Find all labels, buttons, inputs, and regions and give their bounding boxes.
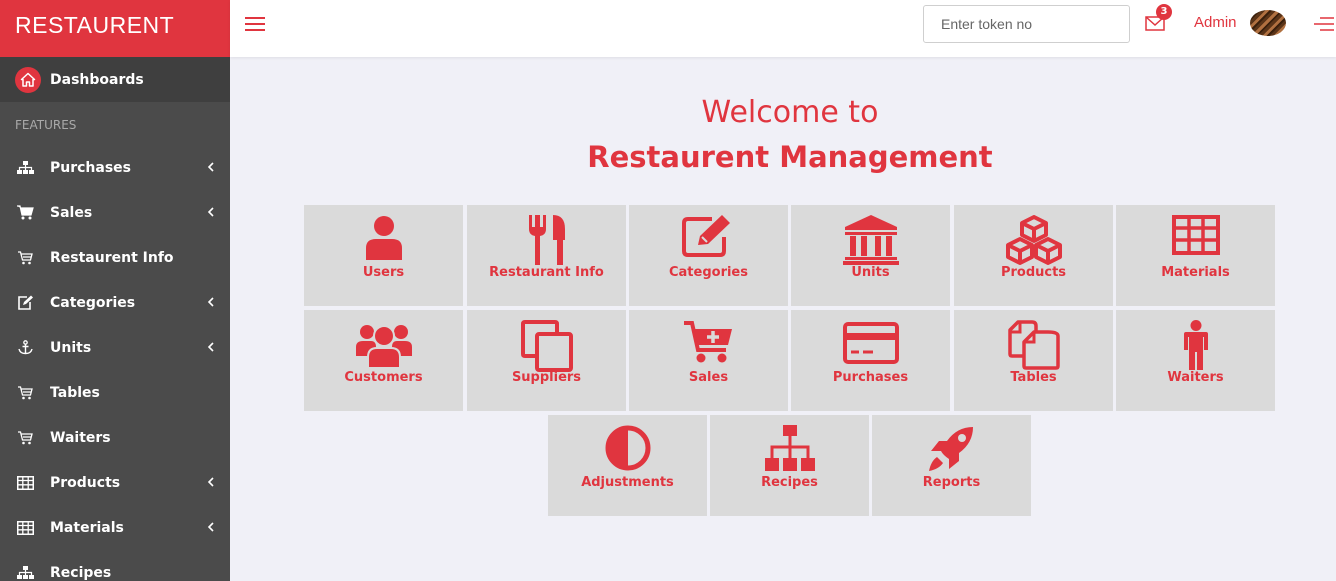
sidebar-item-label: Products [50,474,121,491]
sidebar-item-purchases[interactable]: Purchases [0,145,230,190]
brand-logo[interactable]: RESTAURENT [0,0,230,57]
sidebar-item-label: Waiters [50,429,111,446]
right-menu-icon[interactable] [1314,16,1334,32]
table-icon [1171,215,1220,255]
welcome-text: Welcome to [701,95,879,130]
tile-recipes[interactable]: Recipes [710,415,869,516]
chevron-left-icon [207,162,214,172]
tile-products[interactable]: Products [954,205,1113,306]
sidebar-item-label: Recipes [50,564,112,581]
sidebar-item-label: Sales [50,204,93,221]
tile-label: Units [851,265,890,280]
cart-plus-icon [683,321,732,363]
sidebar-item-restaurent-info[interactable]: Restaurent Info [0,235,230,280]
tile-label: Sales [688,370,729,385]
page-title: Restaurent Management [587,140,993,174]
tile-categories[interactable]: Categories [629,205,788,306]
chevron-left-icon [207,522,214,532]
sidebar-section-label: FEATURES [15,118,77,132]
token-input[interactable] [923,5,1130,43]
tile-label: Users [362,265,405,280]
sidebar-item-label: Categories [50,294,136,311]
sidebar-item-dashboards[interactable]: Dashboards [0,57,230,102]
sidebar-item-label: Units [50,339,92,356]
user-name[interactable]: Admin [1194,14,1237,31]
sidebar-item-label: Dashboards [50,71,144,88]
sidebar-item-products[interactable]: Products [0,460,230,505]
sidebar-item-tables[interactable]: Tables [0,370,230,415]
notification-badge: 3 [1156,4,1172,20]
tile-label: Suppliers [511,370,582,385]
sidebar-item-label: Materials [50,519,124,536]
sidebar-item-waiters[interactable]: Waiters [0,415,230,460]
cart-outline-icon [16,385,34,401]
tile-restaurant-info[interactable]: Restaurant Info [467,205,626,306]
tile-purchases[interactable]: Purchases [791,310,950,411]
tile-label: Waiters [1167,370,1224,385]
top-bar: 3 Admin [230,0,1336,57]
home-icon [15,66,41,93]
tile-waiters[interactable]: Waiters [1116,310,1275,411]
cubes-icon [1005,215,1062,265]
table-icon [16,475,34,491]
chevron-left-icon [207,477,214,487]
rocket-icon [928,427,973,471]
edit-icon [16,295,34,311]
tile-tables[interactable]: Tables [954,310,1113,411]
tile-label: Products [1000,265,1067,280]
chevron-left-icon [207,342,214,352]
cart-icon [16,205,34,221]
edit-icon [681,215,730,257]
tile-adjustments[interactable]: Adjustments [548,415,707,516]
tile-label: Purchases [832,370,909,385]
user-icon [365,216,402,260]
tile-suppliers[interactable]: Suppliers [467,310,626,411]
sitemap-icon [16,160,34,176]
tile-label: Tables [1010,370,1057,385]
male-icon [1183,320,1208,370]
copy-icon [520,320,573,372]
tile-label: Categories [668,265,748,280]
tile-label: Materials [1161,265,1230,280]
tile-users[interactable]: Users [304,205,463,306]
anchor-icon [16,340,34,356]
cart-outline-icon [16,250,34,266]
tile-label: Customers [344,370,423,385]
sidebar-item-label: Tables [50,384,100,401]
chevron-left-icon [207,207,214,217]
tile-label: Recipes [761,475,818,490]
cutlery-icon [528,215,565,265]
sitemap-icon [16,565,34,581]
users-icon [355,325,412,368]
sidebar-item-categories[interactable]: Categories [0,280,230,325]
bank-icon [842,215,899,265]
credit-card-icon [842,322,899,364]
sidebar-item-label: Restaurent Info [50,249,174,266]
sidebar-item-units[interactable]: Units [0,325,230,370]
chevron-left-icon [207,297,214,307]
cart-outline-icon [16,430,34,446]
table-icon [16,520,34,536]
tile-label: Restaurant Info [489,265,604,280]
sidebar: RESTAURENT Dashboards FEATURES Purchases… [0,0,230,581]
sidebar-item-recipes[interactable]: Recipes [0,550,230,581]
tile-units[interactable]: Units [791,205,950,306]
avatar[interactable] [1250,10,1286,36]
sidebar-item-materials[interactable]: Materials [0,505,230,550]
tile-customers[interactable]: Customers [304,310,463,411]
sidebar-item-label: Purchases [50,159,132,176]
adjust-icon [605,425,650,471]
files-icon [1007,320,1060,370]
tile-materials[interactable]: Materials [1116,205,1275,306]
tile-sales[interactable]: Sales [629,310,788,411]
tile-label: Adjustments [581,475,674,490]
tile-reports[interactable]: Reports [872,415,1031,516]
sitemap-icon [764,425,815,471]
tile-label: Reports [922,475,981,490]
hamburger-menu-icon[interactable] [245,16,265,32]
sidebar-item-sales[interactable]: Sales [0,190,230,235]
